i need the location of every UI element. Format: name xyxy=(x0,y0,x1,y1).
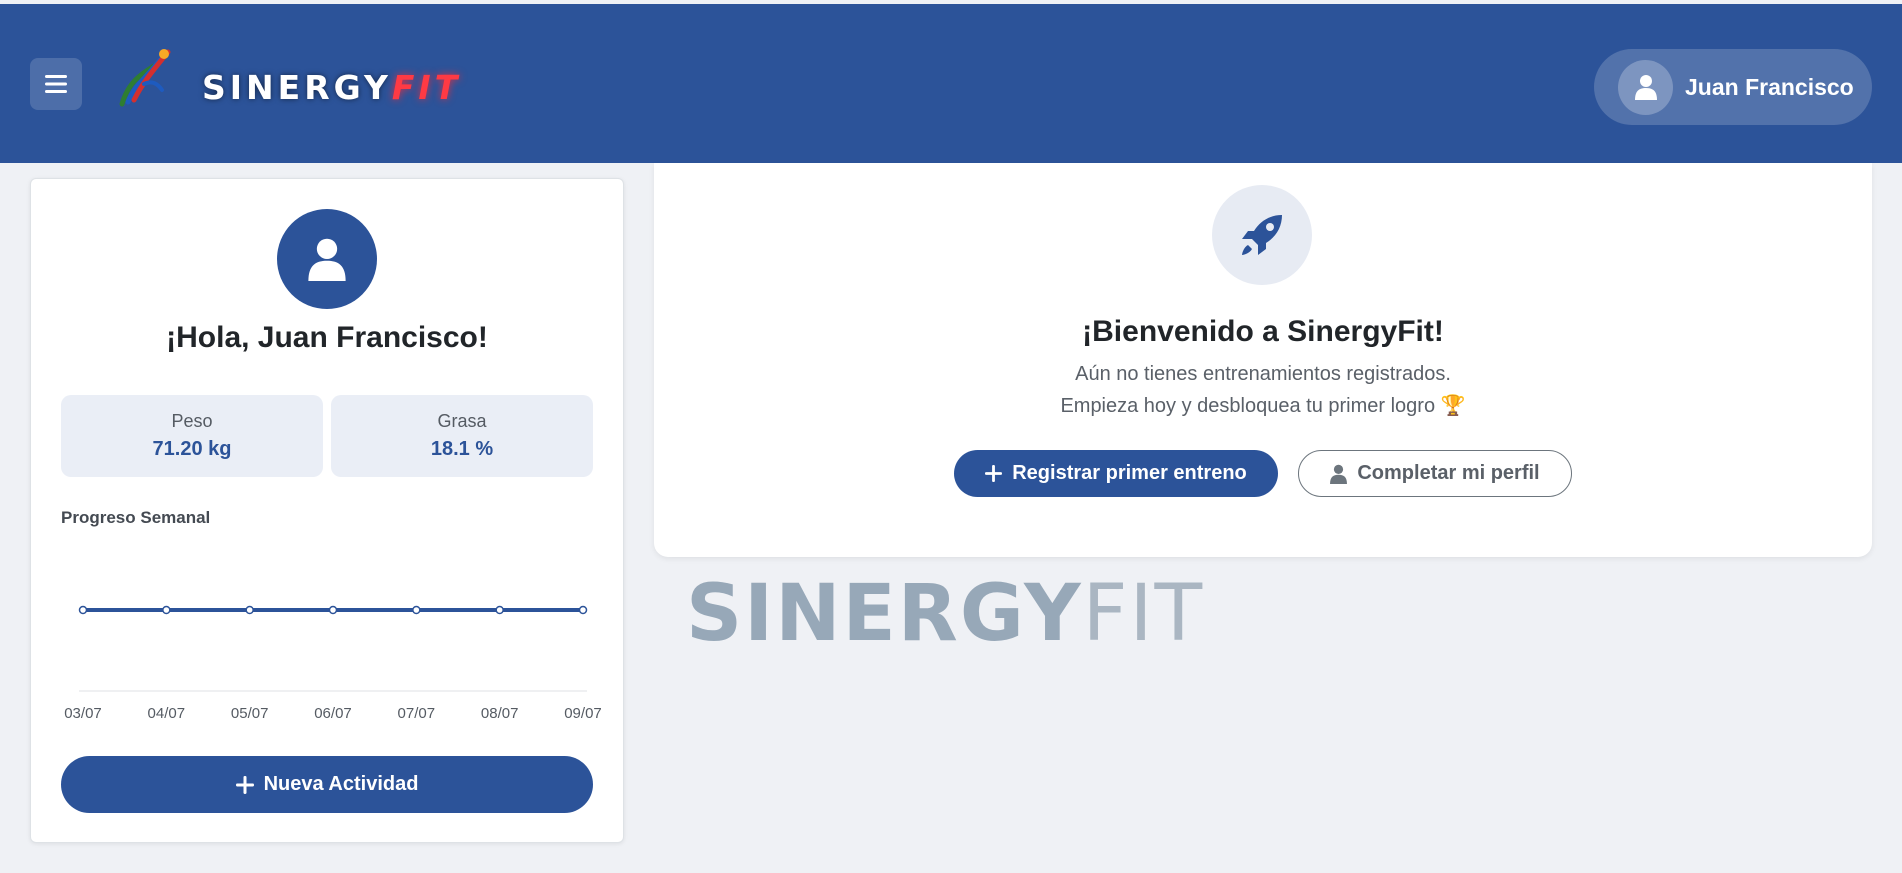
welcome-card: ¡Bienvenido a SinergyFit! Aún no tienes … xyxy=(654,163,1872,557)
data-point xyxy=(328,605,338,615)
rocket-badge xyxy=(1212,185,1312,285)
x-tick-label: 07/07 xyxy=(398,705,436,719)
x-tick-label: 08/07 xyxy=(481,705,519,719)
complete-profile-label: Completar mi perfil xyxy=(1357,462,1540,484)
brand-accent: FIT xyxy=(391,68,462,107)
user-icon xyxy=(308,238,346,281)
welcome-message-line-2: Empieza hoy y desbloquea tu primer logro… xyxy=(1060,395,1466,417)
x-tick-label: 09/07 xyxy=(564,705,601,719)
data-point xyxy=(162,605,171,615)
data-point xyxy=(578,605,588,615)
data-point xyxy=(495,605,504,615)
runner-logo-icon[interactable] xyxy=(114,44,178,110)
weight-stat: Peso 71.20 kg xyxy=(61,395,323,477)
weekly-progress-chart: 03/07 04/07 05/07 06/07 07/07 08/07 09/07 xyxy=(64,605,601,719)
new-activity-button[interactable]: Nueva Actividad xyxy=(61,756,593,813)
stat-value: 18.1 % xyxy=(430,438,494,460)
chart-title: Progreso Semanal xyxy=(61,508,211,527)
x-tick-label: 05/07 xyxy=(231,705,269,719)
x-tick-label: 06/07 xyxy=(314,705,352,719)
stat-value: 71.20 kg xyxy=(152,438,232,460)
x-tick-label: 03/07 xyxy=(64,705,102,719)
profile-avatar xyxy=(277,209,377,309)
register-first-workout-label: Registrar primer entreno xyxy=(1012,462,1247,484)
stat-label: Peso xyxy=(171,411,213,431)
brand-main: SINERGY xyxy=(202,68,392,107)
hamburger-icon xyxy=(45,75,67,93)
watermark-main: SINERGY xyxy=(686,569,1083,659)
x-tick-label: 04/07 xyxy=(148,705,186,719)
new-activity-label: Nueva Actividad xyxy=(263,773,419,795)
complete-profile-button[interactable]: Completar mi perfil xyxy=(1298,450,1572,497)
menu-button[interactable] xyxy=(30,58,82,110)
sinergyfit-watermark-logo: SINERGYFIT xyxy=(686,574,1204,654)
rocket-icon xyxy=(1242,215,1282,255)
avatar xyxy=(1618,59,1673,115)
brand-logo-text[interactable]: SINERGYFIT xyxy=(202,66,461,110)
register-first-workout-button[interactable]: Registrar primer entreno xyxy=(954,450,1278,497)
data-point xyxy=(78,605,88,615)
plus-icon xyxy=(235,775,254,794)
greeting-heading: ¡Hola, Juan Francisco! xyxy=(166,321,488,354)
top-navbar: SINERGYFIT Juan Francisco xyxy=(0,4,1902,163)
stat-label: Grasa xyxy=(437,411,487,431)
user-menu-button[interactable]: Juan Francisco xyxy=(1594,49,1872,125)
user-icon xyxy=(1330,464,1348,484)
watermark-accent: FIT xyxy=(1082,569,1205,659)
data-point xyxy=(412,605,421,615)
welcome-heading: ¡Bienvenido a SinergyFit! xyxy=(1082,315,1444,348)
fat-stat: Grasa 18.1 % xyxy=(331,395,593,477)
welcome-message-line-1: Aún no tienes entrenamientos registrados… xyxy=(1075,363,1451,385)
user-name: Juan Francisco xyxy=(1685,73,1854,100)
user-icon xyxy=(1634,75,1657,100)
data-point xyxy=(245,605,254,615)
profile-card: ¡Hola, Juan Francisco! Peso 71.20 kg Gra… xyxy=(30,178,624,843)
plus-icon xyxy=(985,465,1003,482)
